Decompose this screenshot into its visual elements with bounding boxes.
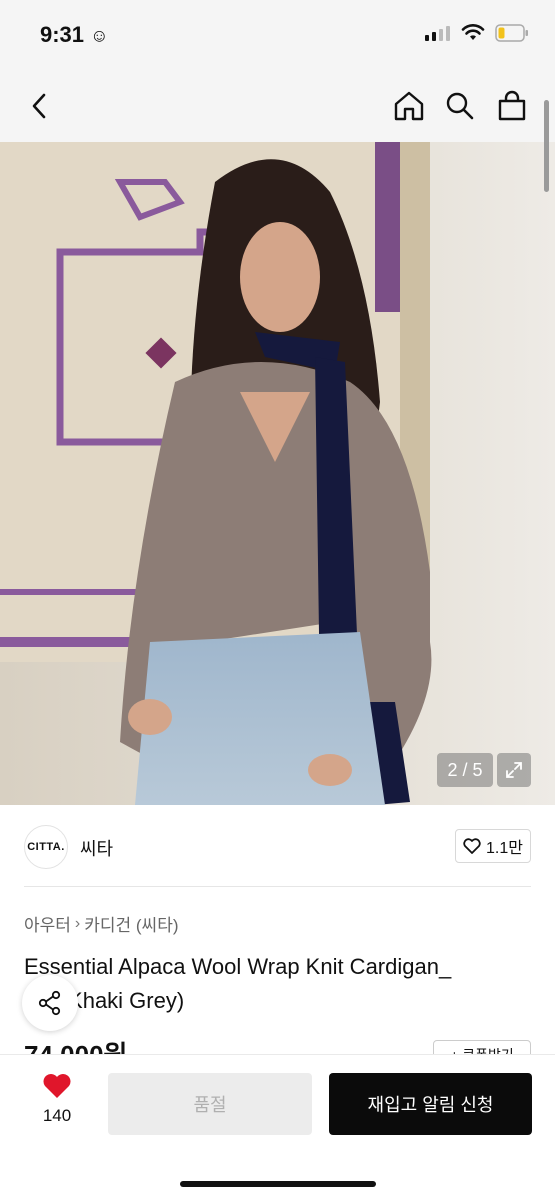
home-icon (394, 91, 424, 121)
nav-bar (0, 70, 555, 142)
share-button[interactable] (22, 975, 78, 1031)
chevron-right-icon: › (74, 914, 81, 932)
brand-name[interactable]: 씨타 (80, 835, 113, 861)
smiley-icon: ☺ (90, 25, 109, 46)
soldout-button: 품절 (108, 1073, 312, 1135)
brand-like-count: 1.1만 (486, 840, 523, 857)
product-title: Essential Alpaca Wool Wrap Knit Cardigan… (24, 954, 452, 1013)
cart-button[interactable] (494, 88, 530, 124)
divider (24, 886, 531, 887)
home-button[interactable] (391, 88, 427, 124)
scrollbar[interactable] (544, 100, 549, 192)
bottom-action-bar: 140 품절 재입고 알림 신청 (0, 1054, 555, 1201)
search-icon (446, 92, 474, 120)
battery-icon (495, 24, 528, 42)
brand-like-button[interactable]: 1.1만 (455, 829, 531, 863)
shopping-bag-icon (498, 90, 526, 121)
cellular-signal-icon (425, 26, 450, 41)
image-counter: 2 / 5 (437, 753, 493, 787)
home-indicator (180, 1181, 376, 1187)
product-price: 74,000원 (24, 1040, 127, 1054)
product-photo (0, 142, 555, 805)
wifi-icon (461, 24, 485, 40)
heart-outline-icon (463, 838, 481, 854)
chevron-left-icon (32, 93, 46, 119)
wishlist-button[interactable]: 140 (30, 1073, 84, 1126)
wishlist-count: 140 (42, 1106, 72, 1125)
breadcrumb-item-outer[interactable]: 아우터 (24, 911, 71, 936)
expand-image-button[interactable] (497, 753, 531, 787)
brand-row: CITTA. 씨타 1.1만 (0, 805, 555, 887)
brand-logo[interactable]: CITTA. (24, 825, 68, 869)
search-button[interactable] (442, 88, 478, 124)
status-bar: 9:31 ☺ (0, 0, 555, 70)
status-icons (425, 24, 529, 42)
back-button[interactable] (22, 88, 58, 124)
breadcrumb-item-cardigan[interactable]: 카디건 (씨타) (84, 911, 178, 936)
heart-filled-icon (43, 1074, 71, 1098)
share-icon (38, 990, 61, 1016)
expand-icon (506, 762, 522, 778)
breadcrumb: 아우터 › 카디건 (씨타) (24, 911, 179, 936)
product-image-carousel[interactable]: 2 / 5 (0, 142, 555, 805)
restock-alert-button[interactable]: 재입고 알림 신청 (329, 1073, 532, 1135)
status-time: 9:31 ☺ (40, 22, 109, 47)
